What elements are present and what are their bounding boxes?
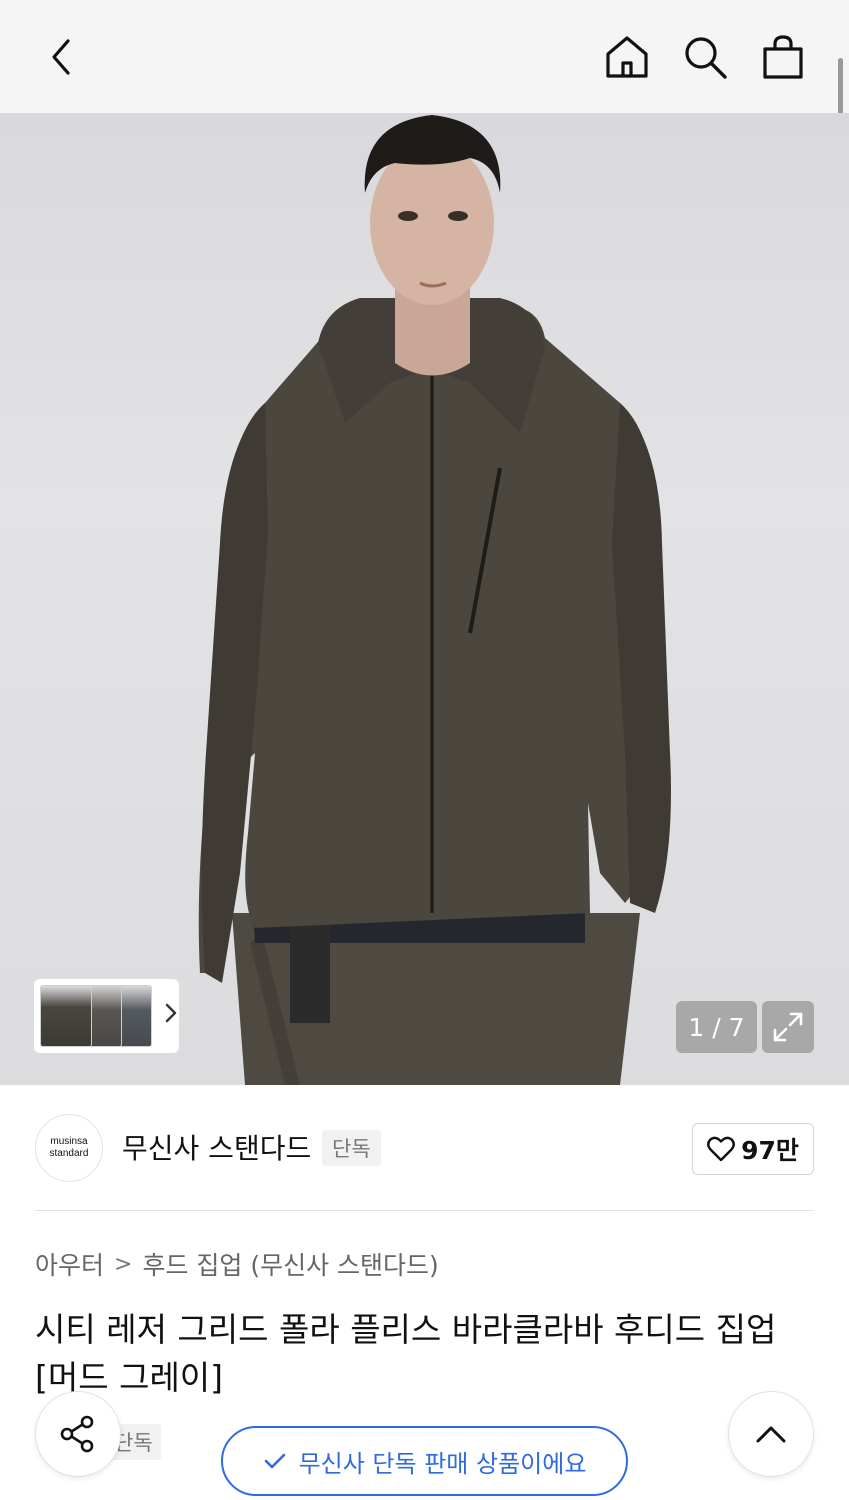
search-button[interactable] [678,30,732,84]
top-navigation-bar [0,0,849,140]
cart-button[interactable] [756,30,810,84]
expand-icon [773,1012,803,1042]
scroll-top-button[interactable] [728,1391,814,1477]
breadcrumb-separator: > [114,1251,133,1277]
back-button[interactable] [36,30,86,84]
breadcrumb-item-hood-zipup[interactable]: 후드 집업 (무신사 스탠다드) [142,1246,438,1282]
chevron-right-icon[interactable] [164,1002,178,1030]
home-icon [606,36,648,78]
heart-icon [707,1136,736,1162]
divider [35,1210,814,1211]
search-icon [685,37,727,79]
chevron-up-icon [756,1426,786,1443]
share-icon [60,1415,94,1453]
brand-row: musinsa standard 무신사 스탠다드 단독 97만 [0,1085,849,1210]
brand-logo-line2: standard [49,1148,89,1159]
thumbnail-1[interactable] [40,985,92,1047]
thumbnail-strip[interactable] [34,979,179,1053]
brand-name[interactable]: 무신사 스탠다드 [122,1127,311,1167]
home-button[interactable] [600,30,654,84]
like-count: 97만 [741,1136,799,1165]
breadcrumb-item-outer[interactable]: 아우터 [35,1246,104,1282]
brand-logo-line1: musinsa [50,1136,88,1147]
product-image-gallery[interactable]: 1 / 7 [0,113,849,1085]
product-photo [198,115,671,1085]
check-icon [264,1453,285,1469]
shopping-bag-icon [763,35,803,79]
exclusive-sale-label: 무신사 단독 판매 상품이에요 [298,1449,587,1478]
like-button[interactable]: 97만 [692,1123,814,1175]
expand-button[interactable] [762,1001,814,1053]
exclusive-badge: 단독 [322,1130,381,1166]
image-counter: 1 / 7 [676,1001,757,1053]
breadcrumb: 아우터 > 후드 집업 (무신사 스탠다드) [35,1246,439,1282]
share-button[interactable] [35,1391,121,1477]
brand-logo[interactable]: musinsa standard [35,1114,103,1182]
product-title: 시티 레저 그리드 폴라 플리스 바라클라바 후디드 집업 [머드 그레이] [35,1310,777,1397]
exclusive-sale-pill[interactable]: 무신사 단독 판매 상품이에요 [221,1426,628,1496]
chevron-left-icon [52,39,70,75]
